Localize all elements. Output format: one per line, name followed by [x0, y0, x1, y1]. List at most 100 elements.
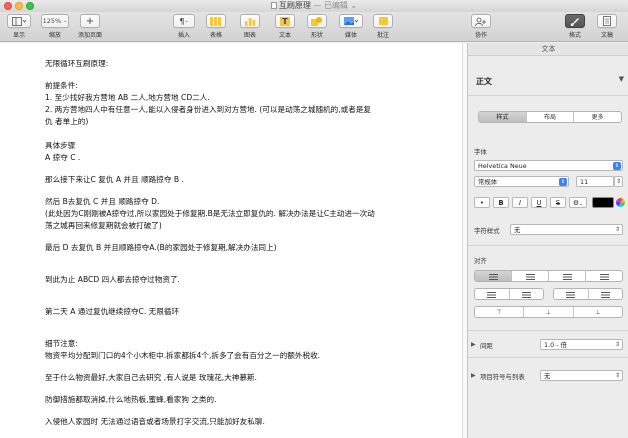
- strikethrough-button[interactable]: S: [550, 197, 566, 208]
- chart-label: 图表: [243, 32, 256, 39]
- bullets-value: 无: [544, 372, 551, 380]
- zoom-select[interactable]: 125% ⌄: [41, 14, 69, 28]
- doc-line[interactable]: 仇 者单上的): [45, 117, 88, 127]
- doc-line[interactable]: 然后 B去复仇 C 并且 顺路掠夺 D.: [45, 197, 159, 207]
- shape-button[interactable]: 形状: [306, 14, 328, 39]
- align-right-button[interactable]: [549, 271, 586, 281]
- tab-more[interactable]: 更多: [574, 112, 621, 122]
- outdent-icon: [487, 291, 497, 298]
- bullets-disclosure-icon[interactable]: ▶: [471, 372, 476, 379]
- decrease-indent-button[interactable]: [475, 289, 510, 299]
- valign-bottom-button[interactable]: ⊥: [574, 307, 622, 317]
- format-label: 格式: [568, 32, 581, 39]
- doc-line[interactable]: 到此为止 ABCD 四人都去掠夺过物资了.: [45, 275, 180, 285]
- increase-indent-button[interactable]: [510, 289, 544, 299]
- doc-line[interactable]: 防御措施都取消掉,什么地热板,蜜蜂,看家狗 之类的.: [45, 395, 217, 405]
- align-left-button[interactable]: [475, 271, 512, 281]
- zoom-chevron-icon: ⌄: [63, 18, 68, 24]
- character-style-select[interactable]: 无 ⇕: [510, 224, 623, 235]
- doc-line[interactable]: 荡之城再回来修复期就会被打破了): [45, 221, 162, 231]
- alignment-section-title: 对齐: [474, 257, 487, 265]
- font-name-select[interactable]: Helvetica Neue ⇕: [474, 160, 623, 171]
- doc-line[interactable]: 最后 D 去复仇 B 并且顺路掠夺A.(B的家园处于修复期,解决办法同上): [45, 243, 277, 253]
- font-section-title: 字体: [474, 148, 487, 156]
- vertical-alignment-control: ⊤ ⊥ ⊥: [474, 306, 623, 318]
- document-label: 文稿: [600, 32, 613, 39]
- inspector-header: 文本: [468, 43, 628, 56]
- paragraph-style-name[interactable]: 正文: [476, 76, 492, 87]
- comment-button[interactable]: 批注: [372, 14, 394, 39]
- character-style-chevron-icon: ⇕: [614, 226, 620, 233]
- document-name: 互刷原理: [278, 1, 311, 10]
- document-page[interactable]: 无限循环互刷原理: 前提条件: 1. 至少找好我方营地 AB 二人,地方营地 C…: [0, 43, 467, 438]
- bold-button[interactable]: B: [493, 197, 509, 208]
- collaborate-icon: [471, 14, 491, 28]
- doc-line[interactable]: 具体步骤: [45, 141, 75, 151]
- shape-label: 形状: [310, 32, 323, 39]
- doc-line[interactable]: 那么接下来让C 复仇 A 并且 顺路掠夺 B .: [45, 175, 184, 185]
- doc-line[interactable]: 第二天 A 通过复仇继续掠夺C. 无限循环: [45, 307, 179, 317]
- tab-layout[interactable]: 布局: [527, 112, 575, 122]
- doc-line[interactable]: 2. 两方营地四人中有任意一人,能以入侵者身份进入到对方营地. (可以是动荡之城…: [45, 105, 371, 115]
- left-to-right-icon: [566, 291, 576, 298]
- add-page-button[interactable]: + 添加页面: [78, 14, 102, 39]
- rtl-button[interactable]: [589, 289, 623, 299]
- bullets-lists-label: 项目符号与列表: [480, 373, 525, 381]
- text-options-button[interactable]: ⚙⌄: [569, 197, 587, 208]
- insert-icon: ¶ ⌄: [173, 14, 195, 28]
- doc-line[interactable]: A 掠夺 C .: [45, 153, 80, 163]
- paragraph-style-chevron-icon[interactable]: ▼: [619, 75, 624, 83]
- bullet-style-button[interactable]: •: [474, 197, 490, 208]
- format-button[interactable]: 格式: [564, 14, 586, 39]
- doc-line[interactable]: (此处因为C刚刚被A掠夺过,所以家园处于修复期.B是无法立即复仇的. 解决办法是…: [45, 209, 375, 219]
- doc-line[interactable]: 细节注意:: [45, 339, 78, 349]
- doc-line[interactable]: 至于什么物资最好,大家自己去研究 ,有人说是 玫瑰花,大神慕斯.: [45, 373, 257, 383]
- text-button[interactable]: T 文本: [274, 14, 296, 39]
- bullets-select[interactable]: 无 ⇕: [540, 370, 623, 381]
- title-chevron-icon[interactable]: ⌄: [350, 1, 357, 10]
- align-center-button[interactable]: [512, 271, 549, 281]
- media-button[interactable]: 媒体: [338, 14, 364, 39]
- align-center-icon: [525, 273, 535, 280]
- doc-line[interactable]: 物资平均分配到门口的4个小木柜中.拆家都拆4个,拆多了会有百分之一的额外税收.: [45, 351, 320, 361]
- color-wheel-icon[interactable]: [616, 198, 625, 207]
- zoom-control[interactable]: 125% ⌄ 缩放: [40, 14, 70, 39]
- doc-line[interactable]: 无限循环互刷原理:: [45, 59, 108, 69]
- font-name-chevron-icon: ⇕: [613, 162, 621, 170]
- spacing-label: 间距: [480, 342, 493, 350]
- insert-button[interactable]: ¶ ⌄ 插入: [173, 14, 195, 39]
- font-weight-select[interactable]: 常规体 ⇕: [474, 176, 569, 187]
- spacing-disclosure-icon[interactable]: ▶: [471, 341, 476, 348]
- ltr-button[interactable]: [554, 289, 589, 299]
- doc-line[interactable]: 入侵他人家园时 无法通过语音或者场景打字交流,只能加好友私聊.: [45, 417, 265, 427]
- doc-line[interactable]: 1. 至少找好我方营地 AB 二人,地方营地 CD二人.: [45, 93, 210, 103]
- chart-button[interactable]: 图表: [239, 14, 261, 39]
- tab-style[interactable]: 样式: [479, 112, 527, 122]
- text-color-well[interactable]: [592, 197, 614, 208]
- document-canvas[interactable]: 无限循环互刷原理: 前提条件: 1. 至少找好我方营地 AB 二人,地方营地 C…: [0, 43, 467, 438]
- spacing-value: 1.0 - 倍: [544, 341, 567, 349]
- font-size-value: 11: [580, 178, 589, 186]
- alignment-segmented-control: [474, 270, 623, 282]
- align-justify-icon: [599, 273, 609, 280]
- font-size-field[interactable]: 11: [576, 176, 614, 187]
- align-justify-button[interactable]: [586, 271, 622, 281]
- divider: [468, 95, 628, 96]
- bullets-chevron-icon: ⇕: [614, 372, 620, 379]
- spacing-select[interactable]: 1.0 - 倍 ⇕: [540, 339, 623, 350]
- underline-button[interactable]: U: [531, 197, 547, 208]
- right-to-left-icon: [600, 291, 610, 298]
- document-button[interactable]: 文稿: [596, 14, 618, 39]
- window-title[interactable]: 互刷原理 — 已编辑 ⌄: [0, 0, 628, 12]
- doc-line[interactable]: 前提条件:: [45, 81, 78, 91]
- valign-middle-button[interactable]: ⊥: [524, 307, 574, 317]
- italic-button[interactable]: I: [512, 197, 528, 208]
- align-right-icon: [562, 273, 572, 280]
- font-size-stepper[interactable]: ⇕: [614, 176, 623, 187]
- align-left-icon: [488, 273, 498, 280]
- edited-status: — 已编辑: [313, 1, 348, 10]
- valign-top-button[interactable]: ⊤: [475, 307, 525, 317]
- view-button[interactable]: 显示: [6, 14, 32, 39]
- collaborate-button[interactable]: 协作: [470, 14, 492, 39]
- table-button[interactable]: 表格: [205, 14, 227, 39]
